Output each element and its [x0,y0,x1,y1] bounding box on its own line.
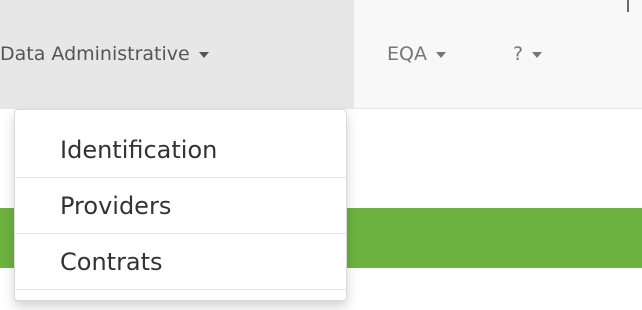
caret-down-icon [435,52,446,58]
caret-down-icon [532,52,543,58]
nav-label: Data Administrative [0,43,190,65]
nav-data-administrative[interactable]: Data Administrative [0,0,354,108]
nav-label: ? [513,43,524,65]
nav-eqa[interactable]: EQA [387,0,446,108]
nav-help[interactable]: ? [513,0,543,108]
dropdown-item-providers[interactable]: Providers [15,178,346,234]
data-administrative-dropdown-menu: Identification Providers Contrats [14,109,347,301]
top-navbar: Data Administrative EQA ? [0,0,642,109]
nav-label: EQA [387,43,427,65]
caret-down-icon [198,52,209,58]
dropdown-item-contrats[interactable]: Contrats [15,234,346,290]
dropdown-item-identification[interactable]: Identification [15,122,346,178]
edge-marker [627,0,629,12]
